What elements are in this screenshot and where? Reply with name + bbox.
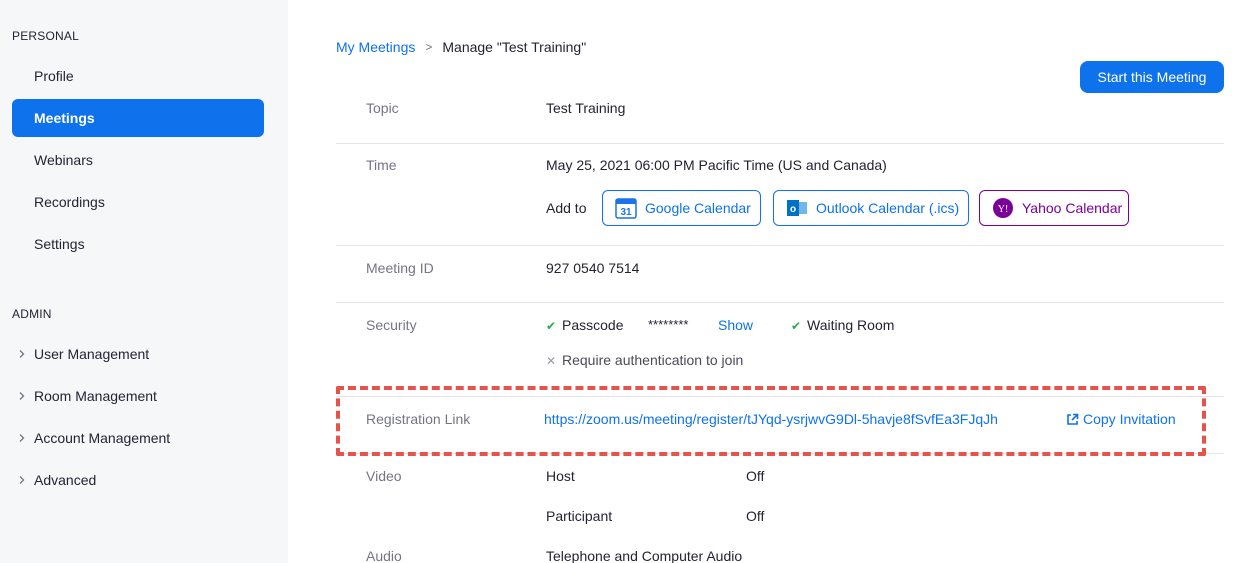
require-auth-label: Require authentication to join — [562, 352, 744, 368]
video-participant-value: Off — [746, 508, 765, 524]
divider — [336, 302, 1224, 303]
nav-item-label: Account Management — [34, 430, 171, 446]
yahoo-calendar-button[interactable]: Y! Yahoo Calendar — [979, 190, 1129, 226]
divider — [336, 453, 1224, 454]
nav-item-label: Advanced — [34, 472, 97, 488]
outlook-icon-text: o — [790, 204, 796, 215]
nav-item-user-management[interactable]: User Management — [12, 335, 264, 373]
outlook-icon: o — [786, 197, 808, 219]
video-host-label: Host — [546, 468, 575, 484]
google-calendar-button[interactable]: 31 Google Calendar — [602, 190, 761, 226]
topic-value: Test Training — [546, 100, 626, 116]
video-label: Video — [366, 468, 402, 484]
divider — [336, 143, 1224, 144]
chevron-right-icon — [16, 432, 28, 444]
section-label-admin: ADMIN — [12, 307, 52, 321]
show-passcode-link[interactable]: Show — [718, 317, 753, 333]
yahoo-calendar-label: Yahoo Calendar — [1022, 200, 1123, 216]
nav-item-label: Room Management — [34, 388, 157, 404]
chevron-right-icon — [16, 390, 28, 402]
passcode-label: Passcode — [562, 317, 624, 333]
sidebar: PERSONAL Profile Meetings Webinars Recor… — [0, 0, 288, 563]
security-label: Security — [366, 317, 417, 333]
chevron-right-icon — [16, 348, 28, 360]
topic-label: Topic — [366, 100, 399, 116]
copy-invitation-button[interactable]: Copy Invitation — [1066, 411, 1176, 427]
nav-item-label: Settings — [34, 236, 85, 252]
outlook-calendar-button[interactable]: o Outlook Calendar (.ics) — [773, 190, 969, 226]
time-label: Time — [366, 157, 397, 173]
meeting-id-label: Meeting ID — [366, 260, 434, 276]
nav-item-meetings[interactable]: Meetings — [12, 99, 264, 137]
passcode-masked-value: ******** — [648, 317, 689, 332]
meeting-id-value: 927 0540 7514 — [546, 260, 640, 276]
start-meeting-button[interactable]: Start this Meeting — [1080, 61, 1224, 93]
breadcrumb-separator: > — [425, 40, 433, 54]
nav-item-label: User Management — [34, 346, 150, 362]
nav-item-room-management[interactable]: Room Management — [12, 377, 264, 415]
waiting-room-label: Waiting Room — [807, 317, 895, 333]
nav-item-profile[interactable]: Profile — [12, 57, 264, 95]
yahoo-icon: Y! — [992, 197, 1014, 219]
breadcrumb: My Meetings > Manage "Test Training" — [336, 39, 586, 55]
add-to-label: Add to — [546, 200, 587, 216]
google-calendar-icon: 31 — [615, 197, 637, 219]
divider — [336, 245, 1224, 246]
video-host-value: Off — [746, 468, 765, 484]
yahoo-icon-text: Y! — [998, 204, 1009, 215]
time-value: May 25, 2021 06:00 PM Pacific Time (US a… — [546, 157, 887, 173]
nav-item-advanced[interactable]: Advanced — [12, 461, 264, 499]
google-calendar-label: Google Calendar — [645, 200, 751, 216]
registration-link[interactable]: https://zoom.us/meeting/register/tJYqd-y… — [544, 411, 998, 427]
nav-item-label: Webinars — [34, 152, 93, 168]
check-icon: ✔ — [791, 319, 802, 333]
copy-invitation-label: Copy Invitation — [1083, 411, 1176, 427]
nav-item-label: Profile — [34, 68, 74, 84]
nav-item-recordings[interactable]: Recordings — [12, 183, 264, 221]
nav-item-settings[interactable]: Settings — [12, 225, 264, 263]
check-icon: ✔ — [546, 319, 557, 333]
divider — [336, 396, 1224, 397]
nav-item-label: Recordings — [34, 194, 105, 210]
outlook-calendar-label: Outlook Calendar (.ics) — [816, 200, 960, 216]
nav-item-webinars[interactable]: Webinars — [12, 141, 264, 179]
registration-link-label: Registration Link — [366, 411, 471, 427]
x-icon: ✕ — [546, 354, 557, 368]
nav-item-label: Meetings — [34, 110, 95, 126]
google-calendar-icon-text: 31 — [620, 207, 632, 218]
nav-item-account-management[interactable]: Account Management — [12, 419, 264, 457]
chevron-right-icon — [16, 474, 28, 486]
video-participant-label: Participant — [546, 508, 613, 524]
breadcrumb-my-meetings-link[interactable]: My Meetings — [336, 39, 415, 55]
main-content: My Meetings > Manage "Test Training" Sta… — [288, 0, 1244, 563]
section-label-personal: PERSONAL — [12, 29, 79, 43]
audio-label: Audio — [366, 548, 402, 563]
share-icon — [1066, 413, 1079, 426]
breadcrumb-current: Manage "Test Training" — [442, 39, 587, 55]
audio-value: Telephone and Computer Audio — [546, 548, 743, 563]
